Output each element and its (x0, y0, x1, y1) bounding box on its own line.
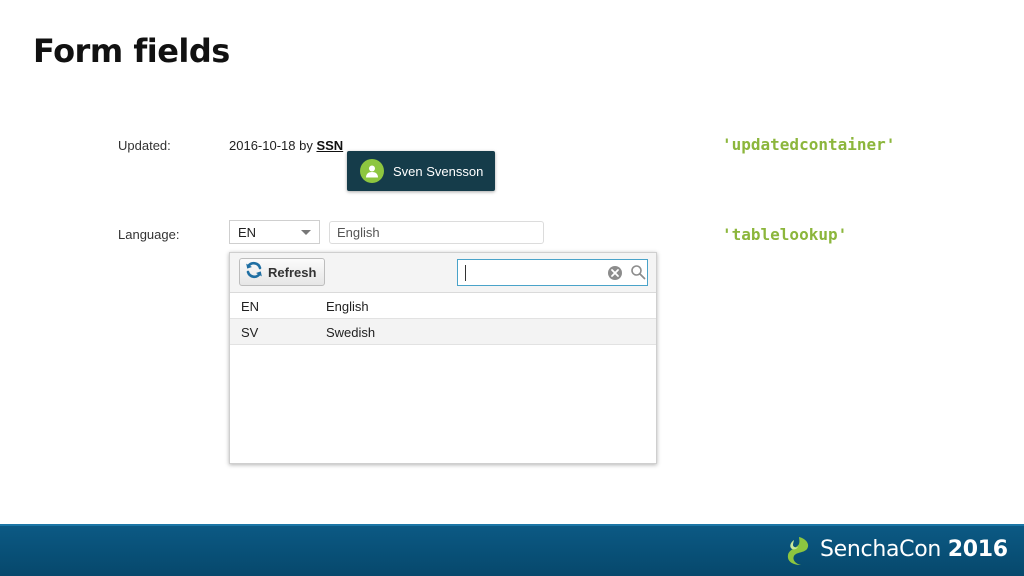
user-tooltip: Sven Svensson (347, 151, 495, 191)
table-lookup-panel: Refresh EN English SV Swedish (229, 252, 657, 464)
updated-value: 2016-10-18 by SSN (229, 138, 343, 153)
row-code: EN (241, 299, 260, 314)
page-title: Form fields (33, 32, 230, 70)
brand-year: 2016 (947, 537, 1008, 562)
user-icon (360, 159, 384, 183)
brand-name: SenchaCon (820, 537, 942, 562)
tooltip-user-name: Sven Svensson (393, 163, 484, 179)
updated-label: Updated: (118, 138, 171, 153)
language-combo-value: EN (238, 224, 257, 240)
table-row[interactable]: EN English (230, 293, 656, 319)
refresh-button[interactable]: Refresh (239, 258, 325, 286)
tablelookup-xtype: 'tablelookup' (722, 225, 848, 244)
footer-bar: SenchaCon 2016 (0, 524, 1024, 576)
row-name: Swedish (326, 325, 376, 340)
sencha-logo-icon (785, 536, 811, 571)
lookup-table: EN English SV Swedish (230, 293, 656, 345)
row-code: SV (241, 325, 259, 340)
footer-brand: SenchaCon 2016 (820, 537, 1008, 562)
updated-user-link[interactable]: SSN (316, 138, 343, 153)
search-input[interactable] (462, 263, 602, 282)
refresh-button-label: Refresh (268, 264, 317, 280)
table-row[interactable]: SV Swedish (230, 319, 656, 345)
language-label: Language: (118, 227, 180, 242)
updated-container-xtype: 'updatedcontainer' (722, 135, 896, 154)
language-combo[interactable]: EN (229, 220, 320, 244)
chevron-down-icon[interactable] (301, 230, 311, 235)
footer-divider (0, 524, 1024, 526)
text-caret (465, 265, 466, 281)
clear-icon[interactable] (607, 265, 623, 286)
language-display-field: English (329, 221, 544, 244)
search-field[interactable] (457, 259, 648, 286)
lookup-toolbar: Refresh (230, 253, 656, 293)
refresh-icon (244, 260, 264, 285)
search-icon[interactable] (630, 264, 646, 285)
row-name: English (326, 299, 369, 314)
updated-date: 2016-10-18 by (229, 138, 317, 153)
